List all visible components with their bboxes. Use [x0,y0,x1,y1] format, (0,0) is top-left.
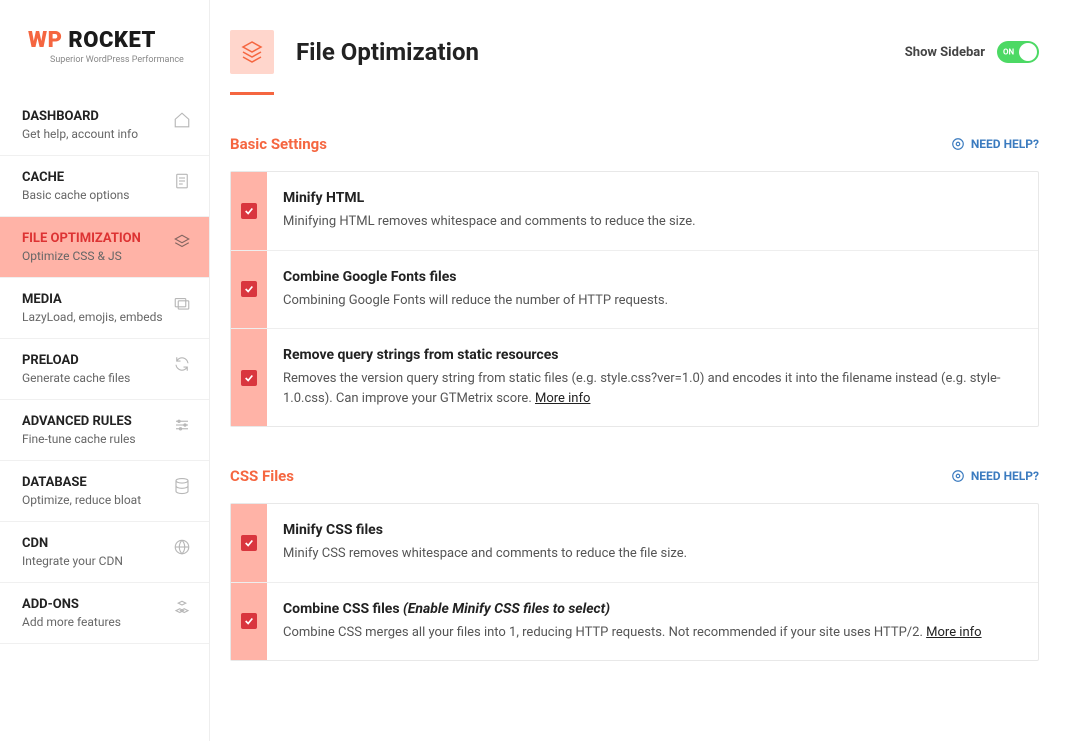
need-help-label: NEED HELP? [971,137,1039,151]
nav-title: ADD-ONS [22,597,165,612]
sidebar-item-dashboard[interactable]: DASHBOARD Get help, account info [0,95,209,156]
db-icon [173,477,191,495]
nav-subtitle: Fine-tune cache rules [22,432,165,446]
need-help-link[interactable]: NEED HELP? [951,469,1039,483]
setting-title: Combine CSS files (Enable Minify CSS fil… [283,601,1018,617]
main: File Optimization Show Sidebar ON Basic … [210,0,1071,741]
page-header: File Optimization Show Sidebar ON [230,0,1039,92]
layers-icon [173,233,191,251]
checkbox-col [231,583,267,661]
doc-icon [173,172,191,190]
nav-subtitle: Add more features [22,615,165,629]
toggle-knob [1019,43,1037,61]
setting-desc: Removes the version query string from st… [283,369,1018,408]
section-title-css: CSS Files [230,467,294,485]
checkbox-col [231,329,267,426]
nav-subtitle: LazyLoad, emojis, embeds [22,310,165,324]
file-optimization-icon [230,30,274,74]
nav-subtitle: Get help, account info [22,127,165,141]
nav: DASHBOARD Get help, account info CACHE Basi… [0,95,209,644]
sidebar-item-database[interactable]: DATABASE Optimize, reduce bloat [0,461,209,522]
more-info-link[interactable]: More info [926,625,981,640]
sliders-icon [173,416,191,434]
nav-title: DATABASE [22,475,165,490]
nav-subtitle: Generate cache files [22,371,165,385]
sidebar-item-file-optimization[interactable]: FILE OPTIMIZATION Optimize CSS & JS [0,217,209,278]
images-icon [173,294,191,312]
setting-row: Combine Google Fonts files Combining Goog… [231,251,1038,330]
cubes-icon [173,599,191,617]
setting-row: Remove query strings from static resourc… [231,329,1038,426]
globe-icon [173,538,191,556]
toggle-on-text: ON [1003,48,1014,57]
setting-row: Minify CSS files Minify CSS removes white… [231,504,1038,583]
nav-title: ADVANCED RULES [22,414,165,429]
help-icon [951,469,965,483]
panel-basic-settings: Minify HTML Minifying HTML removes whites… [230,171,1039,427]
setting-title: Minify HTML [283,190,1018,206]
nav-title: CACHE [22,170,165,185]
nav-subtitle: Optimize CSS & JS [22,249,165,263]
checkbox[interactable] [241,613,257,629]
checkbox[interactable] [241,535,257,551]
sidebar-item-advanced-rules[interactable]: ADVANCED RULES Fine-tune cache rules [0,400,209,461]
logo: WP ROCKET Superior WordPress Performance [0,0,209,85]
need-help-label: NEED HELP? [971,469,1039,483]
sidebar-item-cache[interactable]: CACHE Basic cache options [0,156,209,217]
more-info-link[interactable]: More info [535,391,590,406]
nav-title: FILE OPTIMIZATION [22,231,165,246]
setting-desc: Minifying HTML removes whitespace and co… [283,212,1018,232]
sidebar-item-preload[interactable]: PRELOAD Generate cache files [0,339,209,400]
need-help-link[interactable]: NEED HELP? [951,137,1039,151]
section-header-basic: Basic Settings NEED HELP? [230,135,1039,153]
setting-desc: Minify CSS removes whitespace and commen… [283,544,1018,564]
panel-css-files: Minify CSS files Minify CSS removes white… [230,503,1039,661]
help-icon [951,137,965,151]
section-title-basic: Basic Settings [230,135,327,153]
checkbox-col [231,172,267,250]
logo-rocket: ROCKET [62,28,155,53]
nav-subtitle: Basic cache options [22,188,165,202]
sidebar: WP ROCKET Superior WordPress Performance… [0,0,210,741]
setting-desc: Combining Google Fonts will reduce the n… [283,291,1018,311]
setting-title: Remove query strings from static resourc… [283,347,1018,363]
setting-title: Combine Google Fonts files [283,269,1018,285]
nav-title: DASHBOARD [22,109,165,124]
sidebar-item-add-ons[interactable]: ADD-ONS Add more features [0,583,209,644]
checkbox[interactable] [241,281,257,297]
page-title: File Optimization [296,38,479,66]
nav-subtitle: Integrate your CDN [22,554,165,568]
home-icon [173,111,191,129]
checkbox-col [231,504,267,582]
section-header-css: CSS Files NEED HELP? [230,467,1039,485]
show-sidebar-label: Show Sidebar [905,45,985,60]
tab-indicator [230,92,274,95]
checkbox[interactable] [241,203,257,219]
logo-tagline: Superior WordPress Performance [50,55,189,65]
setting-desc: Combine CSS merges all your files into 1… [283,623,1018,643]
sidebar-item-media[interactable]: MEDIA LazyLoad, emojis, embeds [0,278,209,339]
setting-title: Minify CSS files [283,522,1018,538]
checkbox[interactable] [241,370,257,386]
setting-row: Combine CSS files (Enable Minify CSS fil… [231,583,1038,661]
nav-subtitle: Optimize, reduce bloat [22,493,165,507]
setting-row: Minify HTML Minifying HTML removes whites… [231,172,1038,251]
logo-wp: WP [28,28,62,53]
nav-title: CDN [22,536,165,551]
show-sidebar-toggle[interactable]: ON [997,41,1039,63]
sidebar-item-cdn[interactable]: CDN Integrate your CDN [0,522,209,583]
checkbox-col [231,251,267,329]
nav-title: MEDIA [22,292,165,307]
refresh-icon [173,355,191,373]
nav-title: PRELOAD [22,353,165,368]
